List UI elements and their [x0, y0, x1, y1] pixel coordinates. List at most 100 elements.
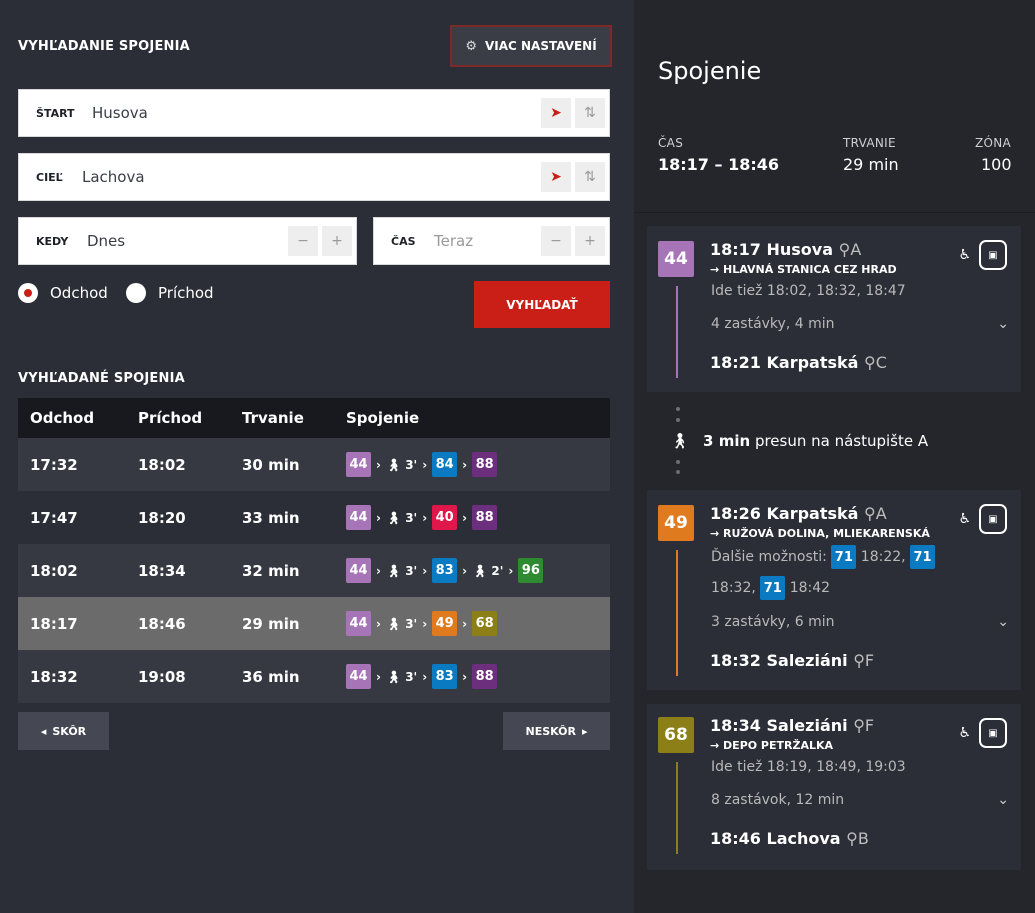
- line-badge: 68: [472, 611, 498, 636]
- chevron-right-icon: ›: [422, 563, 428, 578]
- leg-from-stop: 18:34 Saleziáni ⚲F: [710, 716, 875, 735]
- radio-departure[interactable]: Odchod: [18, 283, 108, 303]
- walk-time: 3': [405, 457, 418, 472]
- line-badge: 96: [518, 558, 544, 583]
- line-badge: 68: [658, 717, 694, 753]
- date-plus-button[interactable]: +: [322, 226, 352, 256]
- search-button[interactable]: VYHĽADAŤ: [474, 281, 610, 328]
- gear-icon: ⚙: [465, 38, 477, 54]
- locate-icon[interactable]: ➤: [541, 162, 571, 192]
- walk-time: 3': [405, 669, 418, 684]
- divider: [634, 212, 1035, 213]
- table-row-selected[interactable]: 18:17 18:46 29 min 44 › 🚶︎ 3' › 49 › 68: [18, 597, 610, 650]
- leg-stops[interactable]: 3 zastávky, 6 min: [711, 614, 834, 630]
- swap-icon[interactable]: ⇅: [575, 98, 605, 128]
- leg-stops[interactable]: 4 zastávky, 4 min: [711, 316, 834, 332]
- row-arrival: 18:34: [138, 561, 186, 580]
- leg-stops[interactable]: 8 zastávok, 12 min: [711, 792, 844, 808]
- line-badge: 88: [472, 664, 498, 689]
- chevron-down-icon[interactable]: ⌄: [997, 316, 1009, 332]
- walk-icon: 🚶︎: [385, 669, 402, 684]
- chevron-right-icon: ›: [462, 669, 468, 684]
- later-button[interactable]: NESKÔR ▸: [503, 712, 610, 750]
- row-duration: 33 min: [242, 508, 300, 527]
- transfer-info: 🚶︎ 3 min presun na nástupište A: [670, 432, 928, 450]
- table-row[interactable]: 18:02 18:34 32 min 44 › 🚶︎ 3' › 83 › 🚶︎ 2'…: [18, 544, 610, 597]
- chevron-right-icon: ›: [376, 563, 381, 578]
- line-badge: 88: [472, 505, 498, 530]
- chevron-down-icon[interactable]: ⌄: [997, 614, 1009, 630]
- date-minus-button[interactable]: −: [288, 226, 318, 256]
- results-title: VYHĽADANÉ SPOJENIA: [18, 371, 185, 386]
- more-settings-button[interactable]: ⚙ VIAC NASTAVENÍ: [450, 25, 612, 67]
- start-input[interactable]: Husova: [92, 104, 541, 122]
- locate-icon[interactable]: ➤: [541, 98, 571, 128]
- chevron-right-icon: ›: [376, 510, 381, 525]
- walk-icon: 🚶︎: [670, 432, 690, 450]
- radio-arrival-label: Príchod: [158, 284, 214, 302]
- time-minus-button[interactable]: −: [541, 226, 571, 256]
- line-badge: 71: [831, 545, 857, 569]
- leg-to-stop: 18:32 Saleziáni ⚲F: [710, 651, 875, 670]
- leg-card: 44 18:17 Husova ⚲A → HLAVNÁ STANICA CEZ …: [647, 226, 1021, 392]
- time-summary-value: 18:17 – 18:46: [658, 155, 779, 174]
- radio-selected-icon[interactable]: [18, 283, 38, 303]
- later-label: NESKÔR: [525, 724, 576, 738]
- row-connection: 44 › 🚶︎ 3' › 83 › 🚶︎ 2' › 96: [334, 558, 610, 583]
- triangle-right-icon: ▸: [581, 724, 588, 738]
- radio-unselected-icon[interactable]: [126, 283, 146, 303]
- line-badge: 44: [658, 241, 694, 277]
- row-arrival: 18:20: [138, 508, 186, 527]
- leg-to-stop: 18:21 Karpatská ⚲C: [710, 353, 887, 372]
- line-badge: 71: [910, 545, 936, 569]
- time-plus-button[interactable]: +: [575, 226, 605, 256]
- start-label: ŠTART: [36, 106, 75, 120]
- triangle-left-icon: ◂: [40, 724, 47, 738]
- table-row[interactable]: 17:47 18:20 33 min 44 › 🚶︎ 3' › 40 › 88: [18, 491, 610, 544]
- walk-icon: 🚶︎: [472, 563, 488, 578]
- walk-icon: 🚶︎: [385, 563, 402, 578]
- leg-card: 68 18:34 Saleziáni ⚲F → DEPO PETRŽALKA I…: [647, 704, 1021, 870]
- line-badge: 49: [658, 505, 694, 541]
- date-field[interactable]: KEDY Dnes − +: [18, 217, 357, 265]
- leg-more-options: Ďalšie možnosti: 71 18:22, 71: [711, 545, 936, 569]
- start-field[interactable]: ŠTART Husova ➤ ⇅: [18, 89, 610, 137]
- table-header: Odchod Príchod Trvanie Spojenie: [18, 398, 610, 438]
- leg-direction: → DEPO PETRŽALKA: [710, 739, 834, 752]
- destination-input[interactable]: Lachova: [82, 168, 541, 186]
- chevron-down-icon[interactable]: ⌄: [997, 792, 1009, 808]
- row-departure: 18:17: [30, 614, 78, 633]
- row-duration: 30 min: [242, 455, 300, 474]
- row-arrival: 18:02: [138, 455, 186, 474]
- time-field[interactable]: ČAS Teraz − +: [373, 217, 610, 265]
- row-arrival: 19:08: [138, 667, 186, 686]
- table-row[interactable]: 18:32 19:08 36 min 44 › 🚶︎ 3' › 83 › 88: [18, 650, 610, 703]
- destination-label: CIEĽ: [36, 170, 63, 184]
- earlier-button[interactable]: ◂ SKÔR: [18, 712, 109, 750]
- line-badge: 88: [472, 452, 498, 477]
- platform-icon: ⚲: [864, 353, 876, 372]
- table-row[interactable]: 17:32 18:02 30 min 44 › 🚶︎ 3' › 84 › 88: [18, 438, 610, 491]
- leg-from-stop: 18:17 Husova ⚲A: [710, 240, 862, 259]
- leg-from-stop: 18:26 Karpatská ⚲A: [710, 504, 887, 523]
- duration-summary-value: 29 min: [843, 155, 899, 174]
- date-input[interactable]: Dnes: [87, 232, 288, 250]
- swap-icon[interactable]: ⇅: [575, 162, 605, 192]
- walk-icon: 🚶︎: [385, 457, 402, 472]
- radio-arrival[interactable]: Príchod: [126, 283, 214, 303]
- wheelchair-icon: ♿︎: [958, 511, 971, 527]
- more-settings-label: VIAC NASTAVENÍ: [484, 39, 597, 53]
- chevron-right-icon: ›: [422, 616, 428, 631]
- row-duration: 29 min: [242, 614, 300, 633]
- route-line: [676, 286, 678, 378]
- destination-field[interactable]: CIEĽ Lachova ➤ ⇅: [18, 153, 610, 201]
- header-departure: Odchod: [30, 409, 95, 427]
- chevron-right-icon: ›: [422, 669, 428, 684]
- date-label: KEDY: [36, 234, 69, 248]
- vehicle-icons: ♿︎ ▣: [958, 504, 1007, 534]
- time-input[interactable]: Teraz: [434, 232, 541, 250]
- detail-title: Spojenie: [658, 57, 762, 85]
- time-label: ČAS: [391, 234, 416, 248]
- leg-direction: → RUŽOVÁ DOLINA, MLIEKARENSKÁ: [710, 527, 930, 540]
- dot-icon: [676, 407, 680, 411]
